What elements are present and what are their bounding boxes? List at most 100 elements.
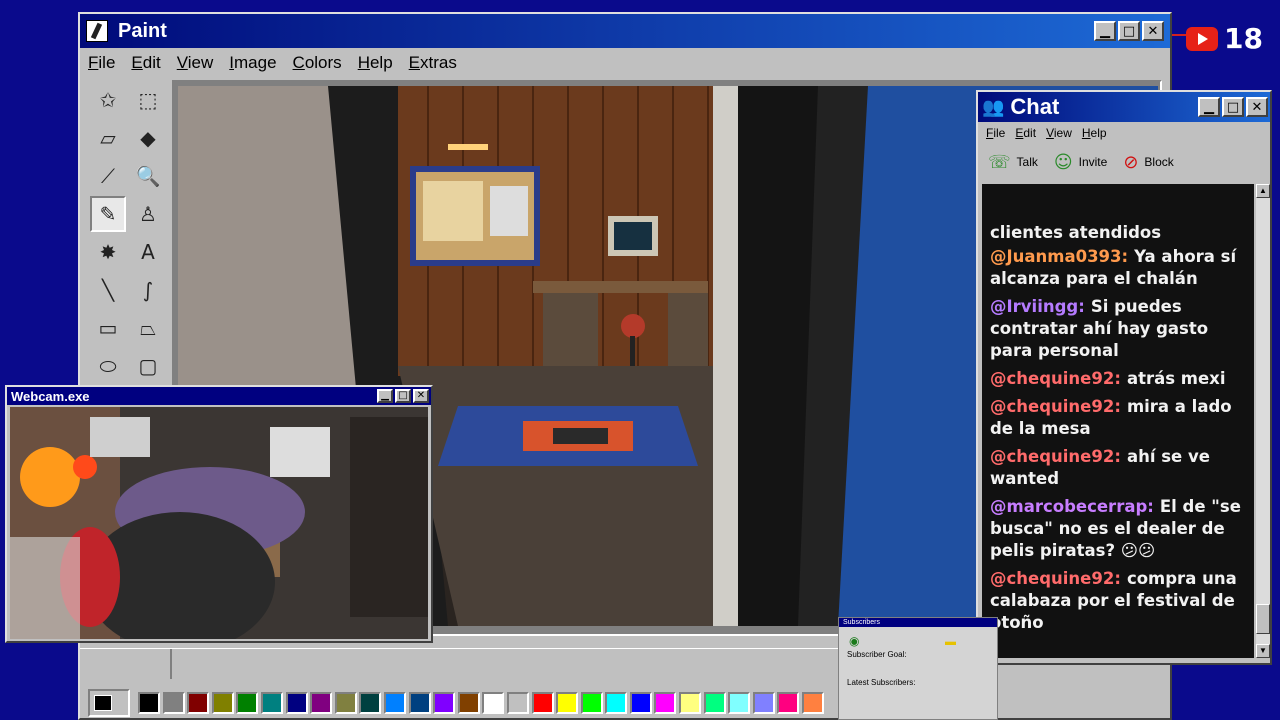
palette-swatch[interactable] xyxy=(482,692,505,714)
globe-icon: ◉ xyxy=(849,634,860,648)
chat-username[interactable]: @chequine92: xyxy=(990,447,1121,466)
menu-colors[interactable]: Colors xyxy=(293,53,342,73)
airbrush-icon[interactable]: ✸ xyxy=(90,234,126,270)
chat-username[interactable]: @marcobecerrap: xyxy=(990,497,1154,516)
color-picker-icon[interactable]: ⟋ xyxy=(90,158,126,194)
rounded-rect-icon[interactable]: ▢ xyxy=(130,348,166,384)
chat-username[interactable]: @chequine92: xyxy=(990,397,1121,416)
chat-message: @marcobecerrap: El de "se busca" no es el… xyxy=(990,496,1246,562)
palette-swatch[interactable] xyxy=(334,692,357,714)
chat-menu-view[interactable]: View xyxy=(1046,126,1072,140)
brush-icon[interactable]: ♙ xyxy=(130,196,166,232)
chat-titlebar[interactable]: 👥 Chat ▁ □ ✕ xyxy=(978,92,1270,122)
palette-swatch[interactable] xyxy=(654,692,677,714)
block-button[interactable]: ⊘ Block xyxy=(1123,152,1173,173)
webcam-title: Webcam.exe xyxy=(11,388,90,404)
chat-username[interactable]: @chequine92: xyxy=(990,569,1121,588)
pencil-icon[interactable]: ✎ xyxy=(90,196,126,232)
palette-swatch[interactable] xyxy=(580,692,603,714)
palette-swatch[interactable] xyxy=(703,692,726,714)
youtube-badge: 18 xyxy=(1186,22,1263,55)
eraser-icon[interactable]: ▱ xyxy=(90,120,126,156)
webcam-titlebar[interactable]: Webcam.exe ▁ □ ✕ xyxy=(7,387,431,405)
chat-menu-file[interactable]: File xyxy=(986,126,1005,140)
palette-swatch[interactable] xyxy=(211,692,234,714)
chat-window: 👥 Chat ▁ □ ✕ File Edit View Help ☏ Talk ☺ I… xyxy=(976,90,1272,665)
curve-icon[interactable]: ∫ xyxy=(130,272,166,308)
chat-username[interactable]: @chequine92: xyxy=(990,369,1121,388)
chat-minimize-button[interactable]: ▁ xyxy=(1198,97,1220,117)
chat-menu-edit[interactable]: Edit xyxy=(1015,126,1036,140)
palette-swatch[interactable] xyxy=(236,692,259,714)
chat-message: @Irviingg: Si puedes contratar ahí hay ga… xyxy=(990,296,1246,362)
block-icon: ⊘ xyxy=(1123,151,1139,173)
magnifier-icon[interactable]: 🔍 xyxy=(130,158,166,194)
current-color[interactable] xyxy=(88,689,130,717)
palette-swatch[interactable] xyxy=(285,692,308,714)
polygon-icon[interactable]: ⏢ xyxy=(130,310,166,346)
scroll-up-icon[interactable]: ▲ xyxy=(1256,184,1270,198)
palette-swatch[interactable] xyxy=(556,692,579,714)
palette-swatch[interactable] xyxy=(752,692,775,714)
webcam-feed-image xyxy=(10,407,428,639)
rect-select-icon[interactable]: ⬚ xyxy=(130,82,166,118)
menu-image[interactable]: Image xyxy=(229,53,276,73)
palette-swatch[interactable] xyxy=(162,692,185,714)
webcam-minimize-button[interactable]: ▁ xyxy=(377,389,393,403)
invite-button[interactable]: ☺ Invite xyxy=(1054,152,1107,173)
chat-close-button[interactable]: ✕ xyxy=(1246,97,1268,117)
action-label: Invite xyxy=(1078,155,1108,169)
palette-swatch[interactable] xyxy=(802,692,825,714)
paint-app-icon xyxy=(86,20,108,42)
palette-swatch[interactable] xyxy=(679,692,702,714)
free-select-icon[interactable]: ✩ xyxy=(90,82,126,118)
menu-extras[interactable]: Extras xyxy=(409,53,457,73)
palette-swatch[interactable] xyxy=(187,692,210,714)
palette-swatch[interactable] xyxy=(506,692,529,714)
webcam-close-button[interactable]: ✕ xyxy=(413,389,429,403)
palette-swatch[interactable] xyxy=(260,692,283,714)
chat-scrollbar[interactable]: ▲ ▼ xyxy=(1256,184,1270,658)
palette-swatch[interactable] xyxy=(605,692,628,714)
paint-title: Paint xyxy=(118,19,167,42)
palette-swatch[interactable] xyxy=(383,692,406,714)
paint-menubar: File Edit View Image Colors Help Extras xyxy=(80,48,1170,78)
paint-titlebar[interactable]: Paint ▁ □ ✕ xyxy=(80,14,1170,48)
scroll-down-icon[interactable]: ▼ xyxy=(1256,644,1270,658)
menu-view[interactable]: View xyxy=(177,53,214,73)
palette-swatch[interactable] xyxy=(777,692,800,714)
palette-swatch[interactable] xyxy=(457,692,480,714)
palette-swatch[interactable] xyxy=(433,692,456,714)
text-icon[interactable]: A xyxy=(130,234,166,270)
palette-swatch[interactable] xyxy=(408,692,431,714)
line-icon[interactable]: ╲ xyxy=(90,272,126,308)
minimize-button[interactable]: ▁ xyxy=(1094,21,1116,41)
maximize-button[interactable]: □ xyxy=(1118,21,1140,41)
youtube-icon xyxy=(1186,26,1218,51)
action-label: Talk xyxy=(1016,155,1038,169)
menu-file[interactable]: File xyxy=(88,53,115,73)
webcam-window: Webcam.exe ▁ □ ✕ xyxy=(5,385,433,643)
palette-swatch[interactable] xyxy=(138,692,160,714)
palette-swatch[interactable] xyxy=(728,692,751,714)
invite-icon: ☺ xyxy=(1053,151,1073,173)
ellipse-icon[interactable]: ⬭ xyxy=(90,348,126,384)
chat-menu-help[interactable]: Help xyxy=(1082,126,1107,140)
scroll-thumb[interactable] xyxy=(1256,604,1270,634)
palette-swatch[interactable] xyxy=(531,692,554,714)
chat-username[interactable]: @Irviingg: xyxy=(990,297,1085,316)
palette-swatch[interactable] xyxy=(359,692,382,714)
talk-button[interactable]: ☏ Talk xyxy=(988,152,1038,173)
youtube-count: 18 xyxy=(1224,22,1263,55)
chat-username[interactable]: @Juanma0393: xyxy=(990,247,1128,266)
rectangle-icon[interactable]: ▭ xyxy=(90,310,126,346)
chat-maximize-button[interactable]: □ xyxy=(1222,97,1244,117)
webcam-maximize-button[interactable]: □ xyxy=(395,389,411,403)
chat-message: @chequine92: mira a lado de la mesa xyxy=(990,396,1246,440)
palette-swatch[interactable] xyxy=(310,692,333,714)
fill-icon[interactable]: ◆ xyxy=(130,120,166,156)
menu-help[interactable]: Help xyxy=(358,53,393,73)
palette-swatch[interactable] xyxy=(629,692,652,714)
menu-edit[interactable]: Edit xyxy=(131,53,160,73)
close-button[interactable]: ✕ xyxy=(1142,21,1164,41)
